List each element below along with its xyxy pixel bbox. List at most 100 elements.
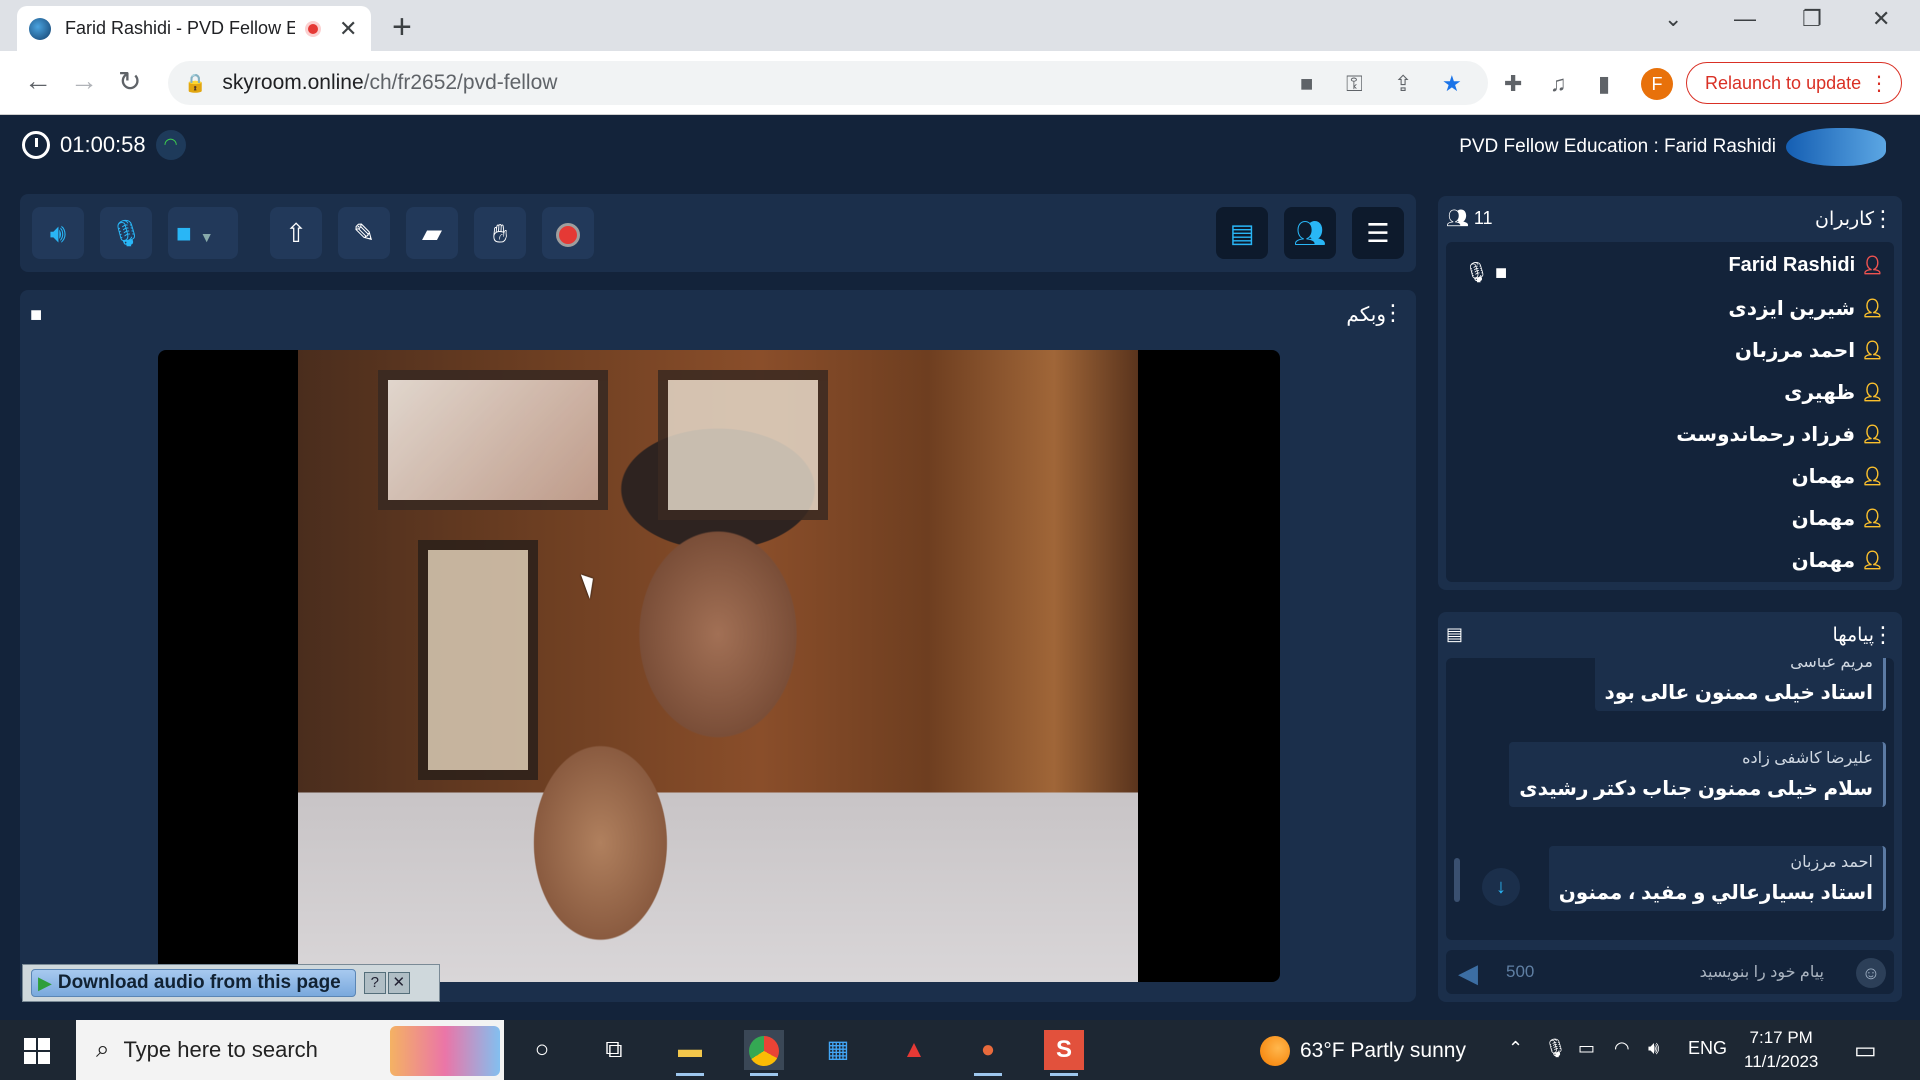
- side-panel-icon[interactable]: ▮: [1598, 71, 1610, 97]
- microphone-tray-icon[interactable]: 🎙︎: [1544, 1038, 1567, 1059]
- users-icon: 👥︎: [1293, 218, 1327, 248]
- message-input[interactable]: پیام خود را بنویسید: [1700, 962, 1824, 982]
- taskbar-clock[interactable]: 7:17 PM 11/1/2023: [1744, 1026, 1818, 1074]
- browser-toolbar: ← → ↻ 🔒 skyroom.online/ch/fr2652/pvd-fel…: [0, 51, 1920, 115]
- browser-tab[interactable]: Farid Rashidi - PVD Fellow Ec ✕: [17, 6, 371, 51]
- webcam-icon: ■: [30, 304, 43, 326]
- messages-panel-header: ▤ پیامها ⋮: [1438, 612, 1902, 658]
- files-button[interactable]: ▰: [406, 207, 458, 259]
- search-highlight-image: [390, 1026, 500, 1076]
- download-audio-bar: ▶ Download audio from this page ? ✕: [22, 964, 440, 1002]
- char-counter: 500: [1506, 962, 1535, 981]
- clock-icon: [22, 131, 50, 159]
- notification-center-icon[interactable]: ▭: [1854, 1036, 1877, 1065]
- share-screen-button[interactable]: ⇧: [270, 207, 322, 259]
- share-icon[interactable]: ⇪: [1394, 71, 1412, 97]
- messages-title: پیامها: [1832, 625, 1874, 646]
- wall-frame-image: [418, 540, 538, 780]
- users-options-icon[interactable]: ⋮: [1872, 206, 1894, 232]
- profile-avatar[interactable]: F: [1641, 68, 1673, 100]
- webcam-options-icon[interactable]: ⋮: [1382, 300, 1404, 326]
- camera-in-use-icon[interactable]: ■: [1300, 71, 1313, 97]
- key-icon[interactable]: ⚿: [1346, 71, 1363, 97]
- help-button[interactable]: ?: [363, 972, 386, 994]
- minimize-button[interactable]: —: [1734, 6, 1756, 32]
- chrome-taskbar-icon[interactable]: [744, 1030, 784, 1076]
- user-list: 🎙︎ ■ Farid Rashidi 👤︎ شیرین ایزدی 👤︎ احمد …: [1446, 242, 1894, 582]
- restore-button[interactable]: ❐: [1802, 6, 1822, 32]
- room-toolbar: 🔊︎ 🎙︎ ■ ▼ ⇧ ✎ ▰ ✋︎ ▤ 👥︎ ☰: [20, 194, 1416, 272]
- taskbar-search-box[interactable]: ⌕ Type here to search: [76, 1020, 504, 1080]
- snagit-icon[interactable]: S: [1044, 1030, 1084, 1076]
- media-control-icon[interactable]: ♫: [1550, 71, 1567, 97]
- message-sender: علیرضا کاشفی زاده: [1742, 750, 1873, 767]
- emoji-icon[interactable]: ☺: [1856, 958, 1886, 988]
- list-item[interactable]: مهمان 👤︎: [1792, 506, 1884, 531]
- cortana-icon[interactable]: ○: [522, 1030, 562, 1070]
- record-icon: [556, 223, 580, 248]
- speaker-button[interactable]: 🔊︎: [32, 207, 84, 259]
- battery-icon[interactable]: ▭: [1578, 1038, 1595, 1059]
- microphone-icon: 🎙︎: [109, 218, 143, 248]
- whiteboard-button[interactable]: ✎: [338, 207, 390, 259]
- tab-search-icon[interactable]: ⌄: [1664, 6, 1682, 32]
- list-item[interactable]: مهمان 👤︎: [1792, 548, 1884, 573]
- list-item[interactable]: شیرین ایزدی 👤︎: [1728, 296, 1884, 321]
- forward-button[interactable]: →: [70, 65, 98, 97]
- windows-start-button[interactable]: [24, 1038, 50, 1064]
- wall-frame-image: [378, 370, 608, 510]
- list-item: مریم عباسی استاد خیلی ممنون عالی بود: [1594, 658, 1886, 711]
- extensions-icon[interactable]: ✚: [1504, 71, 1522, 97]
- microsoft-store-icon[interactable]: ▦: [818, 1030, 858, 1070]
- file-explorer-icon[interactable]: ▬: [670, 1030, 710, 1076]
- close-bar-button[interactable]: ✕: [387, 972, 410, 994]
- messages-options-icon[interactable]: ⋮: [1872, 622, 1894, 648]
- hamburger-icon: ☰: [1366, 218, 1390, 248]
- message-text: استاد بسیارعالي و مفيد ، ممنون: [1558, 882, 1873, 904]
- input-language[interactable]: ENG: [1688, 1038, 1727, 1059]
- bookmark-star-icon[interactable]: ★: [1442, 71, 1462, 97]
- microphone-button[interactable]: 🎙︎: [100, 207, 152, 259]
- message-list: مریم عباسی استاد خیلی ممنون عالی بود علی…: [1446, 658, 1894, 940]
- acrobat-icon[interactable]: ▲: [894, 1030, 934, 1070]
- weather-widget[interactable]: 63°F Partly sunny: [1260, 1036, 1466, 1066]
- tab-close-icon[interactable]: ✕: [339, 16, 357, 42]
- list-item[interactable]: ظهیری 👤︎: [1784, 380, 1884, 405]
- show-hidden-icons-icon[interactable]: ⌃: [1508, 1038, 1523, 1059]
- message-input-row: ◀ 500 پیام خود را بنویسید ☺: [1446, 950, 1894, 994]
- user-icon: 👤︎: [1861, 298, 1884, 318]
- scroll-down-button[interactable]: ↓: [1482, 868, 1520, 906]
- chat-icon: ▤: [1229, 218, 1255, 248]
- users-toggle-button[interactable]: 👥︎: [1284, 207, 1336, 259]
- brush-icon: ✎: [353, 218, 375, 248]
- window-close-button[interactable]: ✕: [1872, 6, 1890, 32]
- chrome-menu-icon[interactable]: ⋮: [1869, 71, 1889, 96]
- task-view-icon[interactable]: ⧉: [594, 1030, 634, 1070]
- chat-toggle-button[interactable]: ▤: [1216, 207, 1268, 259]
- webcam-video-feed[interactable]: [298, 350, 1138, 982]
- users-small-icon: 👥︎: [1446, 208, 1469, 228]
- list-item[interactable]: مهمان 👤︎: [1792, 464, 1884, 489]
- play-icon: ▶: [38, 972, 52, 993]
- raise-hand-button[interactable]: ✋︎: [474, 207, 526, 259]
- camera-button[interactable]: ■ ▼: [168, 207, 238, 259]
- volume-icon[interactable]: 🔊︎: [1648, 1038, 1659, 1059]
- main-menu-button[interactable]: ☰: [1352, 207, 1404, 259]
- record-button[interactable]: [542, 207, 594, 259]
- list-item[interactable]: Farid Rashidi 👤︎: [1728, 254, 1884, 277]
- relaunch-button[interactable]: Relaunch to update ⋮: [1686, 62, 1902, 104]
- send-button[interactable]: ◀: [1458, 958, 1478, 989]
- wifi-icon[interactable]: ◠: [1614, 1038, 1630, 1059]
- new-tab-button[interactable]: +: [392, 8, 412, 47]
- back-button[interactable]: ←: [24, 65, 52, 97]
- list-item[interactable]: فرزاد رحماندوست 👤︎: [1676, 422, 1884, 447]
- message-scrollbar[interactable]: [1454, 858, 1460, 902]
- download-audio-button[interactable]: ▶ Download audio from this page: [31, 969, 356, 997]
- arrow-down-icon: ↓: [1496, 876, 1506, 898]
- list-item[interactable]: احمد مرزبان 👤︎: [1735, 338, 1884, 363]
- user-icon: 👤︎: [1861, 550, 1884, 570]
- powerpoint-icon[interactable]: ●: [968, 1030, 1008, 1076]
- reload-button[interactable]: ↻: [118, 65, 141, 98]
- address-bar[interactable]: 🔒 skyroom.online/ch/fr2652/pvd-fellow: [168, 61, 1488, 105]
- camera-dropdown-icon[interactable]: ▼: [200, 229, 214, 245]
